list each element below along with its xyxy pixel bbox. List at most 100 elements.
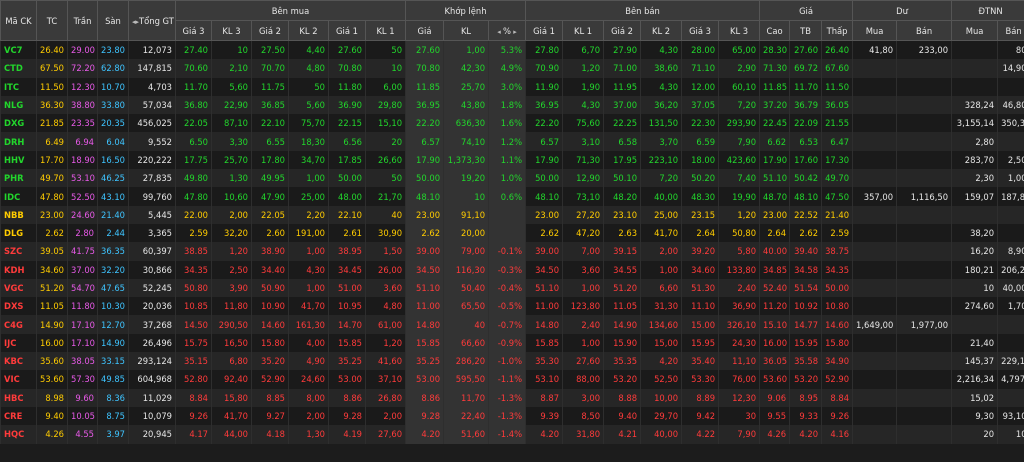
- symbol-cell[interactable]: DLG: [0, 223, 37, 243]
- table-cell: 206,20: [997, 260, 1024, 279]
- symbol-cell[interactable]: C4G: [0, 315, 37, 334]
- symbol-cell[interactable]: DRH: [0, 132, 37, 151]
- table-cell: 34.50: [405, 260, 444, 279]
- symbol-cell[interactable]: ITC: [0, 77, 37, 96]
- col-ref[interactable]: TC: [36, 0, 68, 41]
- symbol-cell[interactable]: NBB: [0, 205, 37, 224]
- table-row[interactable]: VGC 51.20 54.70 47.65 52,245 50.80 3,90 50.90 1,…: [0, 278, 1024, 298]
- table-row[interactable]: KBC 35.60 38.05 33.15 293,124 35.15 6,80 35.20 4…: [0, 352, 1024, 371]
- table-cell: 4.20: [405, 425, 444, 444]
- table-cell: 19,90: [718, 187, 760, 206]
- table-row[interactable]: SZC 39.05 41.75 36.35 60,397 38.85 1,20 38.90 1,…: [0, 242, 1024, 261]
- table-row[interactable]: HHV 17.70 18.90 16.50 220,222 17.75 25,70 17.80…: [0, 150, 1024, 170]
- table-cell: [896, 150, 952, 170]
- table-cell: 40: [443, 315, 489, 334]
- table-cell: 51.20: [603, 278, 641, 298]
- table-row[interactable]: HBC 8.98 9.60 8.36 11,029 8.84 15,80 8.85 8,00 8.…: [0, 388, 1024, 407]
- table-cell: 6.50: [175, 132, 212, 151]
- subheader-9[interactable]: Giá 1: [525, 20, 564, 41]
- subheader-14[interactable]: KL 3: [718, 20, 761, 41]
- table-row[interactable]: IJC 16.00 17.10 14.90 26,496 15.75 16,50 15.80 4…: [0, 333, 1024, 353]
- table-row[interactable]: CRE 9.40 10.05 8.75 10,079 9.26 41,70 9.27 2,00 9…: [0, 406, 1024, 426]
- symbol-cell[interactable]: VGC: [0, 278, 37, 298]
- subheader-12[interactable]: KL 2: [640, 20, 683, 41]
- table-cell: 4.21: [603, 425, 641, 444]
- subheader-4[interactable]: Giá 1: [328, 20, 366, 41]
- symbol-cell[interactable]: HQC: [0, 425, 37, 444]
- subheader-3[interactable]: KL 2: [288, 20, 329, 41]
- symbol-cell[interactable]: DXG: [0, 114, 37, 133]
- table-row[interactable]: DXG 21.85 23.35 20.35 456,025 22.05 87,10 22.10…: [0, 114, 1024, 133]
- symbol-cell[interactable]: NLG: [0, 95, 37, 115]
- symbol-cell[interactable]: CTD: [0, 59, 37, 78]
- table-cell: 12.30: [67, 77, 98, 96]
- col-ceil[interactable]: Trần: [67, 0, 98, 41]
- symbol-cell[interactable]: VC7: [0, 40, 37, 60]
- subheader-10[interactable]: KL 1: [562, 20, 605, 41]
- subheader-6[interactable]: Giá: [405, 20, 445, 41]
- table-cell: 7,00: [562, 242, 604, 261]
- table-row[interactable]: ITC 11.50 12.30 10.70 4,703 11.70 5,60 11.75 50 1…: [0, 77, 1024, 96]
- symbol-cell[interactable]: PHR: [0, 169, 37, 188]
- table-cell: 22.25: [603, 114, 641, 133]
- symbol-cell[interactable]: DXS: [0, 297, 37, 316]
- symbol-cell[interactable]: IDC: [0, 187, 37, 206]
- table-cell: 43,80: [443, 95, 489, 115]
- table-row[interactable]: HQC 4.26 4.55 3.97 20,945 4.17 44,00 4.18 1,30 4.…: [0, 425, 1024, 444]
- symbol-cell[interactable]: CRE: [0, 406, 37, 426]
- symbol-cell[interactable]: SZC: [0, 242, 37, 261]
- col-symbol[interactable]: Mã CK: [0, 0, 37, 41]
- subheader-1[interactable]: KL 3: [211, 20, 252, 41]
- table-cell: 131,50: [640, 114, 682, 133]
- table-cell: 92,40: [211, 370, 252, 389]
- table-row[interactable]: DLG 2.62 2.80 2.44 3,365 2.59 32,20 2.60 191,00 2…: [0, 223, 1024, 243]
- table-cell: 49.70: [821, 169, 853, 188]
- table-cell: 12,90: [562, 169, 604, 188]
- subheader-7[interactable]: KL: [443, 20, 490, 41]
- subheader-13[interactable]: Giá 3: [681, 20, 720, 41]
- subheader-2[interactable]: Giá 2: [251, 20, 289, 41]
- subheader-15[interactable]: Cao: [759, 20, 791, 41]
- symbol-cell[interactable]: VIC: [0, 370, 37, 389]
- group-buy: Bên mua: [174, 0, 407, 21]
- table-cell: 17.80: [251, 150, 289, 170]
- table-cell: 14.50: [175, 315, 212, 334]
- subheader-19[interactable]: Bán: [896, 20, 953, 41]
- table-row[interactable]: DRH 6.49 6.94 6.04 9,552 6.50 3,30 6.55 18,30 6.5…: [0, 132, 1024, 151]
- table-cell: 5,80: [718, 242, 760, 261]
- subheader-0[interactable]: Giá 3: [175, 20, 212, 41]
- symbol-cell[interactable]: HBC: [0, 388, 37, 407]
- table-row[interactable]: NBB 23.00 24.60 21.40 5,445 22.00 2,00 22.05 2,2…: [0, 205, 1024, 224]
- table-row[interactable]: DXS 11.05 11.80 10.30 20,036 10.85 11,80 10.90 4…: [0, 297, 1024, 316]
- table-cell: 34.60: [681, 260, 719, 279]
- table-cell: 47.90: [251, 187, 289, 206]
- symbol-cell[interactable]: HHV: [0, 150, 37, 170]
- subheader-5[interactable]: KL 1: [364, 20, 407, 41]
- table-row[interactable]: CTD 67.50 72.20 62.80 147,815 70.60 2,10 70.70 4…: [0, 59, 1024, 78]
- subheader-21[interactable]: Bán: [997, 20, 1024, 41]
- table-cell: 2.62: [405, 223, 444, 243]
- subheader-8[interactable]: ◂ % ▸: [488, 20, 527, 41]
- symbol-cell[interactable]: KDH: [0, 260, 37, 279]
- col-floor[interactable]: Sàn: [97, 0, 129, 41]
- subheader-17[interactable]: Thấp: [821, 20, 854, 41]
- subheader-18[interactable]: Mua: [852, 20, 898, 41]
- table-cell: 3,60: [364, 278, 406, 298]
- table-row[interactable]: C4G 14.90 17.10 12.70 37,268 14.50 290,50 14.60…: [0, 315, 1024, 334]
- symbol-cell[interactable]: KBC: [0, 352, 37, 371]
- col-total-value[interactable]: ◂▸Tổng GT: [128, 0, 176, 41]
- symbol-cell[interactable]: IJC: [0, 333, 37, 353]
- table-row[interactable]: VC7 26.40 29.00 23.80 12,073 27.40 10 27.50 4,40…: [0, 40, 1024, 60]
- table-row[interactable]: VIC 53.60 57.30 49.85 604,968 52.80 92,40 52.90…: [0, 370, 1024, 389]
- table-row[interactable]: PHR 49.70 53.10 46.25 27,835 49.80 1,30 49.95 1,…: [0, 169, 1024, 188]
- table-cell: 17.90: [759, 150, 790, 170]
- table-cell: 53.00: [405, 370, 444, 389]
- table-row[interactable]: IDC 47.80 52.50 43.10 99,760 47.80 10,60 47.90 2…: [0, 187, 1024, 206]
- table-cell: 32,20: [211, 223, 252, 243]
- subheader-16[interactable]: TB: [789, 20, 823, 41]
- subheader-20[interactable]: Mua: [951, 20, 999, 41]
- subheader-11[interactable]: Giá 2: [603, 20, 642, 41]
- table-cell: 15.80: [821, 333, 853, 353]
- table-row[interactable]: NLG 36.30 38.80 33.80 57,034 36.80 22,90 36.85 5…: [0, 95, 1024, 115]
- table-row[interactable]: KDH 34.60 37.00 32.20 30,866 34.35 2,50 34.40 4,…: [0, 260, 1024, 279]
